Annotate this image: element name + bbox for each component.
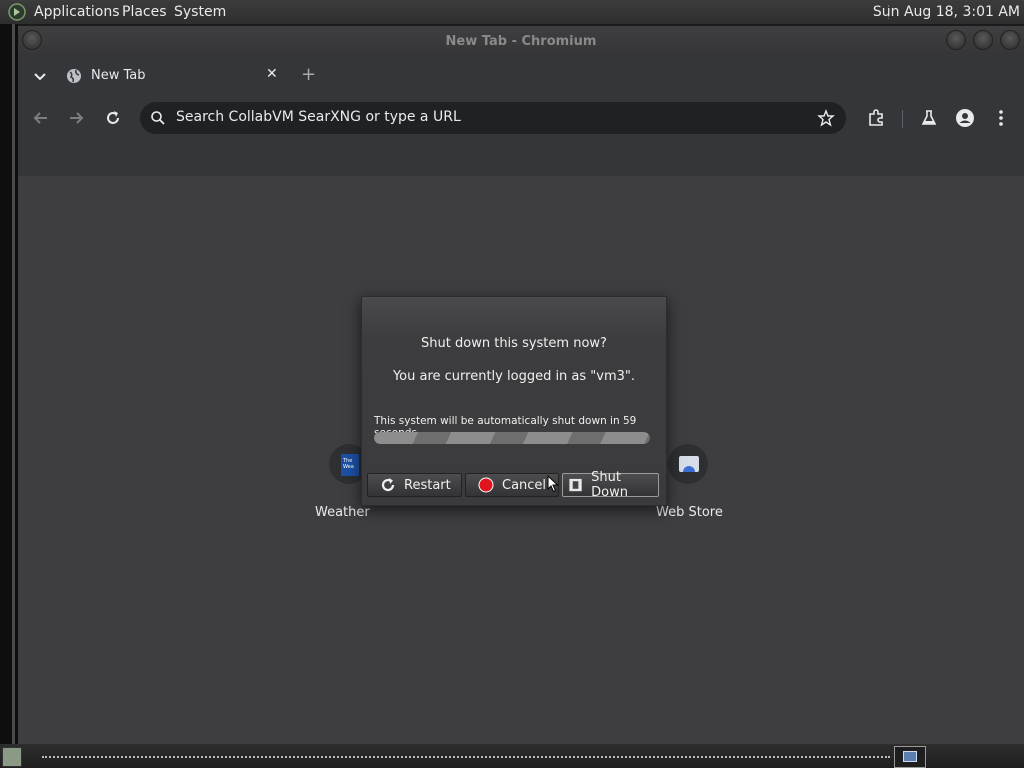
tab-search-chevron-icon[interactable] [30, 66, 50, 86]
forward-arrow-icon[interactable] [66, 108, 86, 128]
new-tab-button[interactable]: + [301, 64, 316, 85]
shortcut-weather-label[interactable]: Weather [315, 505, 370, 520]
countdown-progress-bar [374, 432, 650, 444]
maximize-icon[interactable] [973, 30, 993, 50]
restart-label: Restart [404, 477, 451, 493]
web-store-icon [679, 456, 699, 472]
tab-new-tab[interactable]: New Tab ✕ [58, 58, 290, 96]
window-edge [12, 24, 15, 744]
tab-title: New Tab [91, 68, 146, 83]
cancel-label: Cancel [502, 477, 547, 493]
dialog-logged-in: You are currently logged in as "vm3". [392, 369, 636, 384]
search-icon [151, 111, 165, 125]
bottom-panel [0, 744, 1024, 768]
top-panel: Applications Places System Sun Aug 18, 3… [0, 0, 1024, 24]
reload-icon[interactable] [103, 108, 123, 128]
globe-icon [67, 69, 81, 83]
toolbar: Search CollabVM SearXNG or type a URL [18, 96, 1024, 142]
tab-strip: New Tab ✕ + [18, 58, 1024, 96]
countdown-progress-fill [374, 432, 650, 444]
gnome-foot-icon[interactable] [8, 3, 26, 21]
shutdown-dialog: Shut down this system now? You are curre… [361, 296, 667, 506]
shutdown-button[interactable]: Shut Down [562, 470, 659, 500]
shutdown-label: Shut Down [591, 470, 628, 500]
weather-channel-icon: The Wea [341, 454, 359, 476]
workspace-switcher[interactable] [894, 746, 926, 768]
window-title: New Tab - Chromium [445, 34, 597, 49]
menu-system[interactable]: System [174, 4, 226, 20]
window-titlebar[interactable]: New Tab - Chromium [18, 26, 1024, 58]
restart-button[interactable]: Restart [367, 473, 462, 497]
clock[interactable]: Sun Aug 18, 3:01 AM [873, 4, 1020, 20]
dialog-question: Shut down this system now? [421, 336, 607, 351]
omnibox[interactable]: Search CollabVM SearXNG or type a URL [140, 102, 846, 134]
shutdown-icon [568, 477, 583, 493]
menu-places[interactable]: Places [122, 4, 167, 20]
extensions-puzzle-icon[interactable] [866, 108, 886, 128]
left-gutter [0, 24, 18, 744]
tab-close-icon[interactable]: ✕ [266, 66, 278, 82]
menu-applications[interactable]: Applications [34, 4, 120, 20]
back-arrow-icon[interactable] [31, 108, 51, 128]
shortcut-web-store-label[interactable]: Web Store [656, 505, 723, 520]
profile-avatar-icon[interactable] [955, 108, 975, 128]
bookmark-bar [18, 142, 1024, 177]
cancel-stop-icon [478, 477, 494, 493]
labs-flask-icon[interactable] [919, 108, 939, 128]
toolbar-divider [902, 110, 903, 128]
window-list-handle[interactable] [42, 756, 890, 758]
mouse-pointer-icon [547, 475, 559, 493]
svg-text:Wea: Wea [343, 464, 354, 470]
menu-kebab-icon[interactable] [991, 108, 1011, 128]
restart-icon [381, 478, 395, 492]
workspace-window-icon [903, 751, 917, 762]
omnibox-placeholder: Search CollabVM SearXNG or type a URL [176, 109, 461, 125]
show-desktop-icon[interactable] [2, 747, 22, 767]
close-window-icon[interactable] [1000, 30, 1020, 50]
cancel-button[interactable]: Cancel [465, 473, 559, 497]
bookmark-star-icon[interactable] [816, 108, 836, 128]
shortcut-web-store-tile[interactable] [668, 444, 708, 484]
minimize-icon[interactable] [946, 30, 966, 50]
